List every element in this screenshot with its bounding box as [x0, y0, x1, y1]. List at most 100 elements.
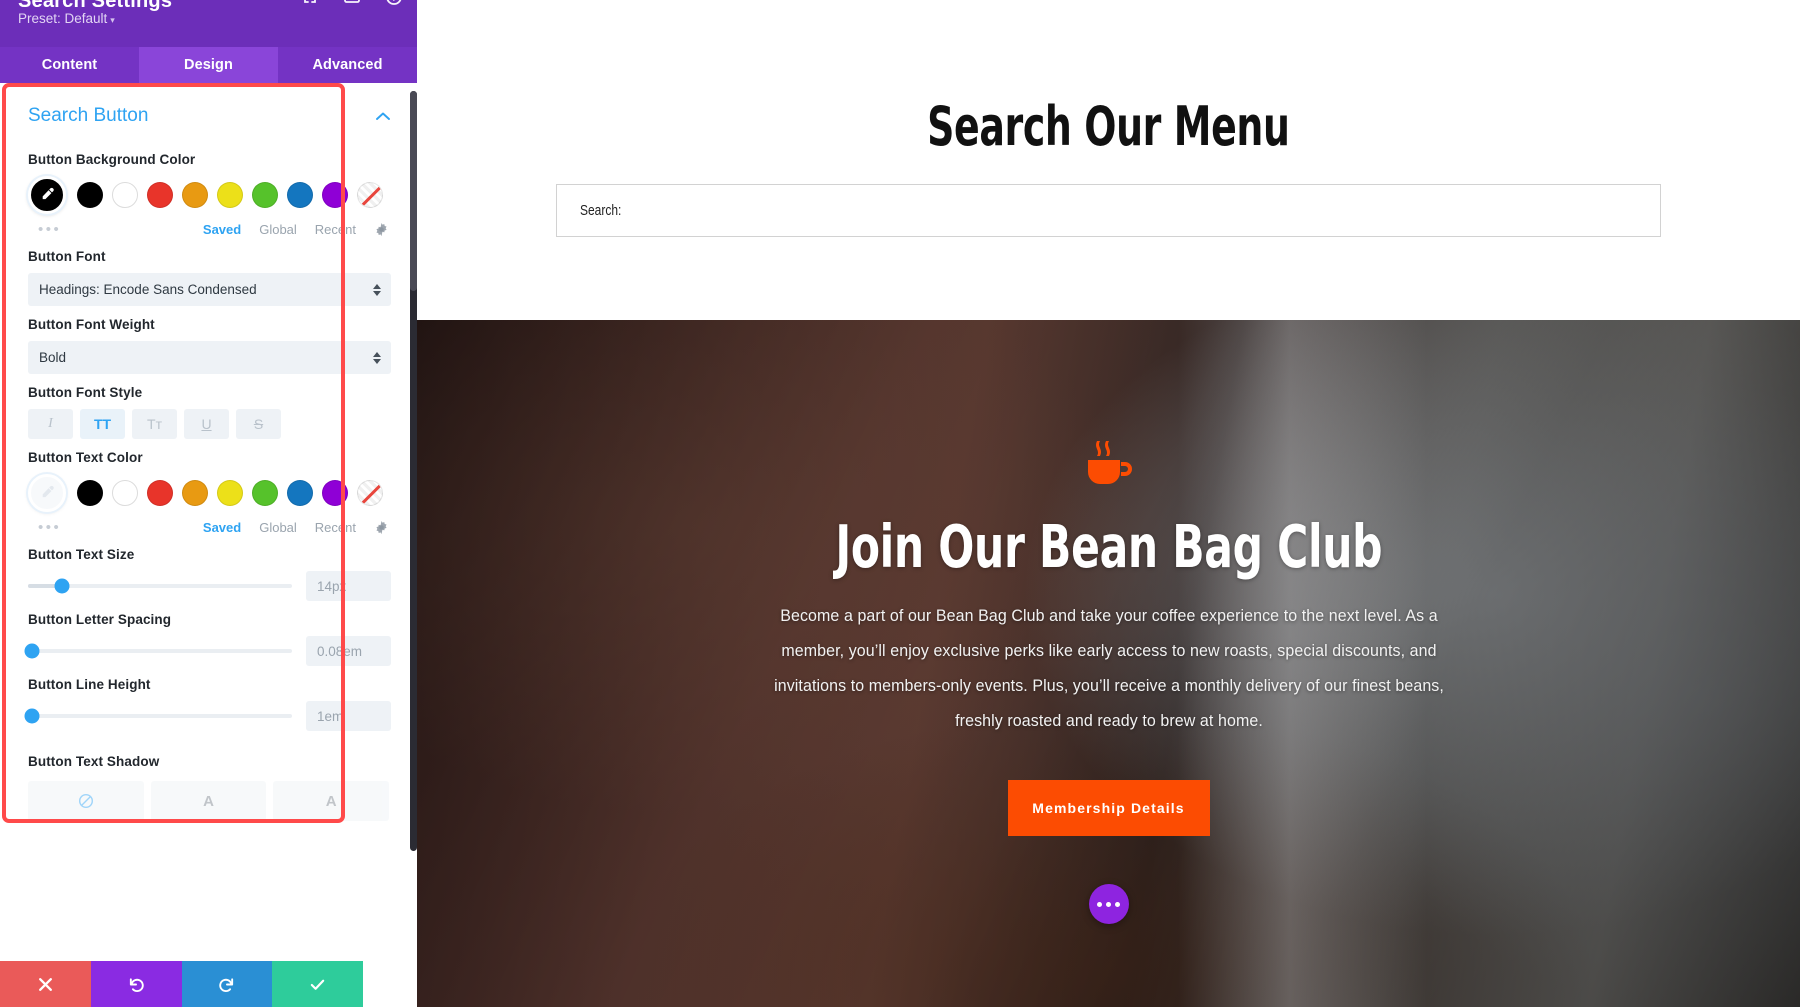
- text-size-slider[interactable]: [28, 578, 292, 594]
- swatch-purple[interactable]: [322, 480, 348, 506]
- bg-color-options-row: ••• Saved Global Recent: [28, 221, 391, 238]
- palette-recent[interactable]: Recent: [315, 222, 356, 237]
- panel-header: Search Settings Preset: Default▾ ?: [0, 0, 417, 47]
- bg-color-swatches: [28, 176, 391, 214]
- cancel-button[interactable]: [0, 961, 91, 1007]
- line-height-value[interactable]: 1em: [306, 701, 391, 731]
- chevron-up-icon[interactable]: [375, 109, 391, 124]
- swatch-red[interactable]: [147, 182, 173, 208]
- undo-button[interactable]: [90, 961, 182, 1007]
- button-font-weight-select[interactable]: Bold: [28, 341, 391, 374]
- slider-knob[interactable]: [54, 578, 70, 594]
- tab-advanced[interactable]: Advanced: [278, 47, 417, 83]
- button-font-select[interactable]: Headings: Encode Sans Condensed: [28, 273, 391, 306]
- panel-scrollbar-thumb[interactable]: [410, 91, 417, 291]
- chevron-updown-icon: [373, 351, 381, 364]
- swatch-red[interactable]: [147, 480, 173, 506]
- swatch-green[interactable]: [252, 182, 278, 208]
- text-color-swatches: [28, 474, 391, 512]
- swatch-black[interactable]: [77, 182, 103, 208]
- palette-saved[interactable]: Saved: [203, 222, 241, 237]
- membership-details-button-label: Membership Details: [1032, 800, 1185, 817]
- more-colors-icon[interactable]: •••: [28, 519, 61, 536]
- text-shadow-presets: A A: [0, 773, 417, 821]
- letter-spacing-slider-row: 0.08em: [24, 636, 391, 666]
- field-button-text-size: Button Text Size 14px: [0, 547, 417, 601]
- swatch-green[interactable]: [252, 480, 278, 506]
- fab-dot: [1115, 901, 1120, 907]
- swatch-white[interactable]: [112, 480, 138, 506]
- panel-scrollbar[interactable]: [410, 91, 417, 851]
- field-button-font: Button Font Headings: Encode Sans Conden…: [0, 249, 417, 306]
- line-height-slider[interactable]: [24, 708, 292, 724]
- page-preview: Search Our Menu Search: Join Our Bean Ba…: [417, 0, 1800, 1007]
- panel-preset-selector[interactable]: Preset: Default ▾: [18, 11, 115, 26]
- swatch-blue[interactable]: [287, 182, 313, 208]
- tab-content[interactable]: Content: [0, 47, 139, 83]
- page-scrollbar[interactable]: [1792, 0, 1800, 1007]
- tab-design[interactable]: Design: [139, 47, 278, 83]
- bg-color-picker[interactable]: [28, 176, 66, 214]
- field-button-text-color: Button Text Color ••• Saved Global Recen…: [0, 450, 417, 536]
- tab-design-label: Design: [184, 57, 233, 73]
- svg-text:?: ?: [391, 0, 397, 4]
- field-label: Button Text Color: [28, 450, 143, 465]
- field-label: Button Font: [28, 249, 106, 264]
- chevron-down-icon: ▾: [110, 15, 115, 25]
- slider-knob[interactable]: [24, 643, 40, 659]
- search-button-toggle-title: Search Button: [28, 105, 149, 126]
- text-shadow-preset-2[interactable]: A: [273, 781, 390, 821]
- layout-icon[interactable]: [343, 0, 361, 6]
- slider-knob[interactable]: [24, 708, 40, 724]
- gear-icon[interactable]: [374, 222, 389, 237]
- text-shadow-preset-1[interactable]: A: [150, 781, 267, 821]
- more-colors-icon[interactable]: •••: [28, 221, 61, 238]
- letter-spacing-slider[interactable]: [24, 643, 292, 659]
- text-size-value-text: 14px: [317, 578, 347, 594]
- more-options-fab[interactable]: [1088, 884, 1129, 925]
- swatch-yellow[interactable]: [217, 480, 243, 506]
- text-color-picker[interactable]: [28, 474, 66, 512]
- save-button[interactable]: [272, 961, 363, 1007]
- redo-button[interactable]: [181, 961, 273, 1007]
- palette-global[interactable]: Global: [259, 222, 297, 237]
- chevron-updown-icon: [373, 283, 381, 296]
- uppercase-button[interactable]: TT: [80, 409, 125, 439]
- text-shadow-preset-none[interactable]: [28, 781, 144, 821]
- italic-button[interactable]: I: [28, 409, 73, 439]
- membership-details-button[interactable]: Membership Details: [1007, 780, 1210, 837]
- close-icon: [38, 977, 52, 991]
- letter-spacing-value[interactable]: 0.08em: [306, 636, 391, 666]
- strikethrough-button[interactable]: S: [236, 409, 281, 439]
- text-size-value[interactable]: 14px: [306, 571, 391, 601]
- field-button-font-style: Button Font Style I TT Tᴛ U S: [0, 385, 417, 439]
- gear-icon[interactable]: [374, 520, 389, 535]
- search-button-toggle[interactable]: Search Button: [0, 83, 417, 141]
- swatch-blue[interactable]: [287, 480, 313, 506]
- swatch-orange[interactable]: [182, 182, 208, 208]
- letter-spacing-value-text: 0.08em: [317, 643, 363, 659]
- field-label: Button Letter Spacing: [28, 612, 172, 627]
- panel-tabs: Content Design Advanced: [0, 47, 417, 83]
- search-input[interactable]: Search:: [556, 184, 1661, 237]
- panel-header-icons: ?: [301, 0, 403, 6]
- swatch-purple[interactable]: [322, 182, 348, 208]
- help-icon[interactable]: ?: [385, 0, 403, 6]
- swatch-black[interactable]: [77, 480, 103, 506]
- underline-button[interactable]: U: [184, 409, 229, 439]
- undo-icon: [129, 977, 144, 992]
- palette-recent[interactable]: Recent: [315, 520, 356, 535]
- palette-links: Saved Global Recent: [203, 222, 389, 237]
- font-style-buttons: I TT Tᴛ U S: [28, 409, 391, 439]
- swatch-yellow[interactable]: [217, 182, 243, 208]
- field-button-font-weight: Button Font Weight Bold: [0, 317, 417, 374]
- field-label: Button Font Style: [28, 385, 143, 400]
- swatch-transparent[interactable]: [357, 480, 383, 506]
- swatch-transparent[interactable]: [357, 182, 383, 208]
- palette-global[interactable]: Global: [259, 520, 297, 535]
- swatch-white[interactable]: [112, 182, 138, 208]
- small-caps-button[interactable]: Tᴛ: [132, 409, 177, 439]
- arrows-expand-icon[interactable]: [301, 0, 319, 6]
- palette-saved[interactable]: Saved: [203, 520, 241, 535]
- swatch-orange[interactable]: [182, 480, 208, 506]
